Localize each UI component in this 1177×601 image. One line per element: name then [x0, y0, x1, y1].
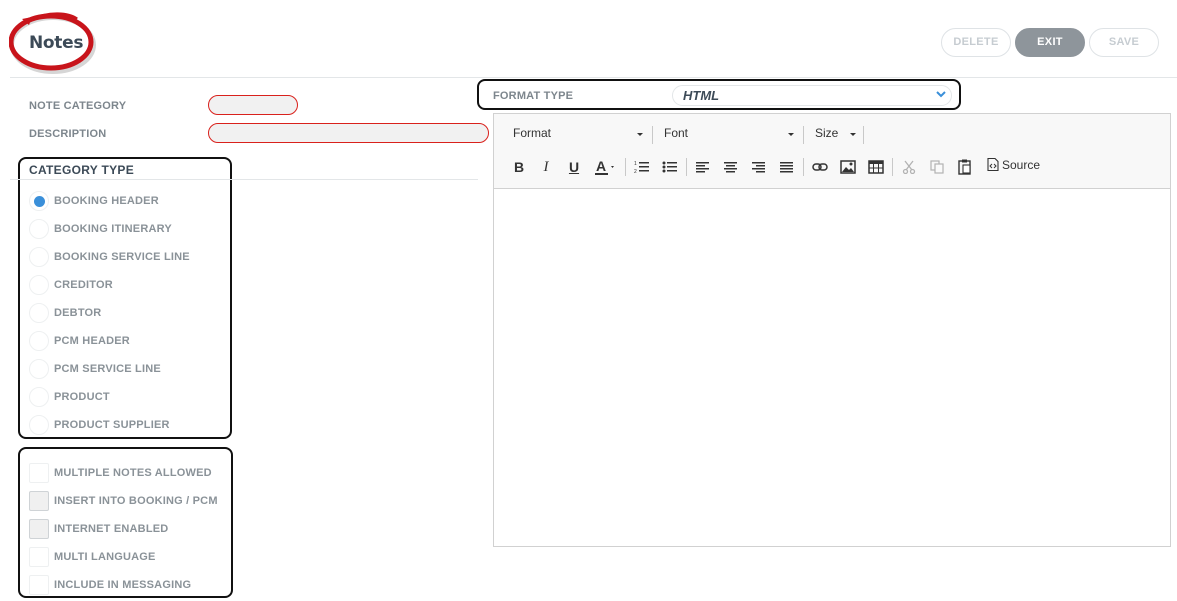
- notes-logo: Notes: [9, 11, 99, 77]
- header-divider: [10, 77, 1177, 78]
- format-combo-label: Format: [513, 126, 552, 140]
- paste-icon[interactable]: [955, 158, 975, 176]
- rich-text-editor: Format Font Size B I U A 12 Source: [493, 113, 1171, 547]
- checkbox-label: INCLUDE IN MESSAGING: [54, 579, 192, 591]
- checkbox-label: MULTIPLE NOTES ALLOWED: [54, 467, 212, 479]
- text-color-icon[interactable]: A: [594, 158, 620, 176]
- font-combo-label: Font: [664, 126, 689, 140]
- source-label: Source: [1002, 158, 1041, 172]
- table-icon[interactable]: [866, 158, 886, 176]
- caret-down-icon: [637, 133, 643, 136]
- checkbox[interactable]: [29, 575, 49, 595]
- radio-button[interactable]: [29, 219, 49, 239]
- cut-icon[interactable]: [899, 158, 919, 176]
- radio-label: PRODUCT: [54, 391, 110, 403]
- svg-text:2: 2: [634, 169, 637, 174]
- underline-icon[interactable]: U: [564, 158, 584, 176]
- editor-toolbar: Format Font Size B I U A 12 Source: [494, 114, 1170, 189]
- note-category-label: NOTE CATEGORY: [29, 100, 127, 112]
- svg-text:A: A: [596, 158, 606, 174]
- align-center-icon[interactable]: [721, 158, 741, 176]
- checkbox[interactable]: [29, 491, 49, 511]
- checkbox[interactable]: [29, 463, 49, 483]
- toolbar-separator: [686, 158, 687, 176]
- delete-button[interactable]: DELETE: [941, 28, 1011, 57]
- radio-button[interactable]: [29, 387, 49, 407]
- svg-text:1: 1: [634, 161, 637, 167]
- note-category-input[interactable]: [208, 95, 298, 115]
- toolbar-separator: [892, 158, 893, 176]
- toolbar-separator: [863, 126, 864, 144]
- align-right-icon[interactable]: [749, 158, 769, 176]
- numbered-list-icon[interactable]: 12: [632, 158, 652, 176]
- radio-label: DEBTOR: [54, 307, 102, 319]
- checkbox[interactable]: [29, 547, 49, 567]
- bulleted-list-icon[interactable]: [660, 158, 680, 176]
- format-type-value: HTML: [683, 88, 720, 103]
- size-combo[interactable]: Size: [815, 126, 859, 140]
- description-input[interactable]: [208, 123, 489, 143]
- radio-button[interactable]: [29, 331, 49, 351]
- save-button[interactable]: SAVE: [1089, 28, 1159, 57]
- radio-label: PCM HEADER: [54, 335, 130, 347]
- italic-icon[interactable]: I: [536, 158, 556, 176]
- radio-label: BOOKING ITINERARY: [54, 223, 172, 235]
- font-combo[interactable]: Font: [664, 126, 796, 140]
- category-type-title: CATEGORY TYPE: [29, 163, 135, 177]
- toolbar-separator: [803, 126, 804, 144]
- radio-label: BOOKING SERVICE LINE: [54, 251, 190, 263]
- source-icon: [987, 157, 999, 172]
- checkbox-label: MULTI LANGUAGE: [54, 551, 156, 563]
- radio-button[interactable]: [29, 303, 49, 323]
- link-icon[interactable]: [810, 158, 830, 176]
- image-icon[interactable]: [838, 158, 858, 176]
- description-label: DESCRIPTION: [29, 128, 107, 140]
- caret-down-icon: [850, 133, 856, 136]
- radio-button[interactable]: [29, 359, 49, 379]
- radio-label: BOOKING HEADER: [54, 195, 159, 207]
- radio-label: PCM SERVICE LINE: [54, 363, 161, 375]
- checkbox[interactable]: [29, 519, 49, 539]
- app-title: Notes: [29, 33, 84, 53]
- copy-icon[interactable]: [927, 158, 947, 176]
- radio-label: CREDITOR: [54, 279, 113, 291]
- format-combo[interactable]: Format: [513, 126, 645, 140]
- align-justify-icon[interactable]: [777, 158, 797, 176]
- exit-button[interactable]: EXIT: [1015, 28, 1085, 57]
- category-type-divider: [10, 179, 478, 180]
- bold-icon[interactable]: B: [509, 158, 529, 176]
- align-left-icon[interactable]: [693, 158, 713, 176]
- toolbar-separator: [625, 158, 626, 176]
- radio-button[interactable]: [29, 415, 49, 435]
- checkbox-label: INSERT INTO BOOKING / PCM: [54, 495, 218, 507]
- radio-button[interactable]: [29, 191, 49, 211]
- radio-button[interactable]: [29, 275, 49, 295]
- source-button[interactable]: Source: [987, 157, 1041, 172]
- checkbox-label: INTERNET ENABLED: [54, 523, 169, 535]
- editor-content-area[interactable]: [494, 189, 1170, 546]
- radio-button[interactable]: [29, 247, 49, 267]
- chevron-down-icon[interactable]: [935, 88, 947, 100]
- radio-label: PRODUCT SUPPLIER: [54, 419, 170, 431]
- toolbar-separator: [652, 126, 653, 144]
- caret-down-icon: [788, 133, 794, 136]
- toolbar-separator: [803, 158, 804, 176]
- size-combo-label: Size: [815, 126, 839, 140]
- format-type-label: FORMAT TYPE: [493, 90, 574, 102]
